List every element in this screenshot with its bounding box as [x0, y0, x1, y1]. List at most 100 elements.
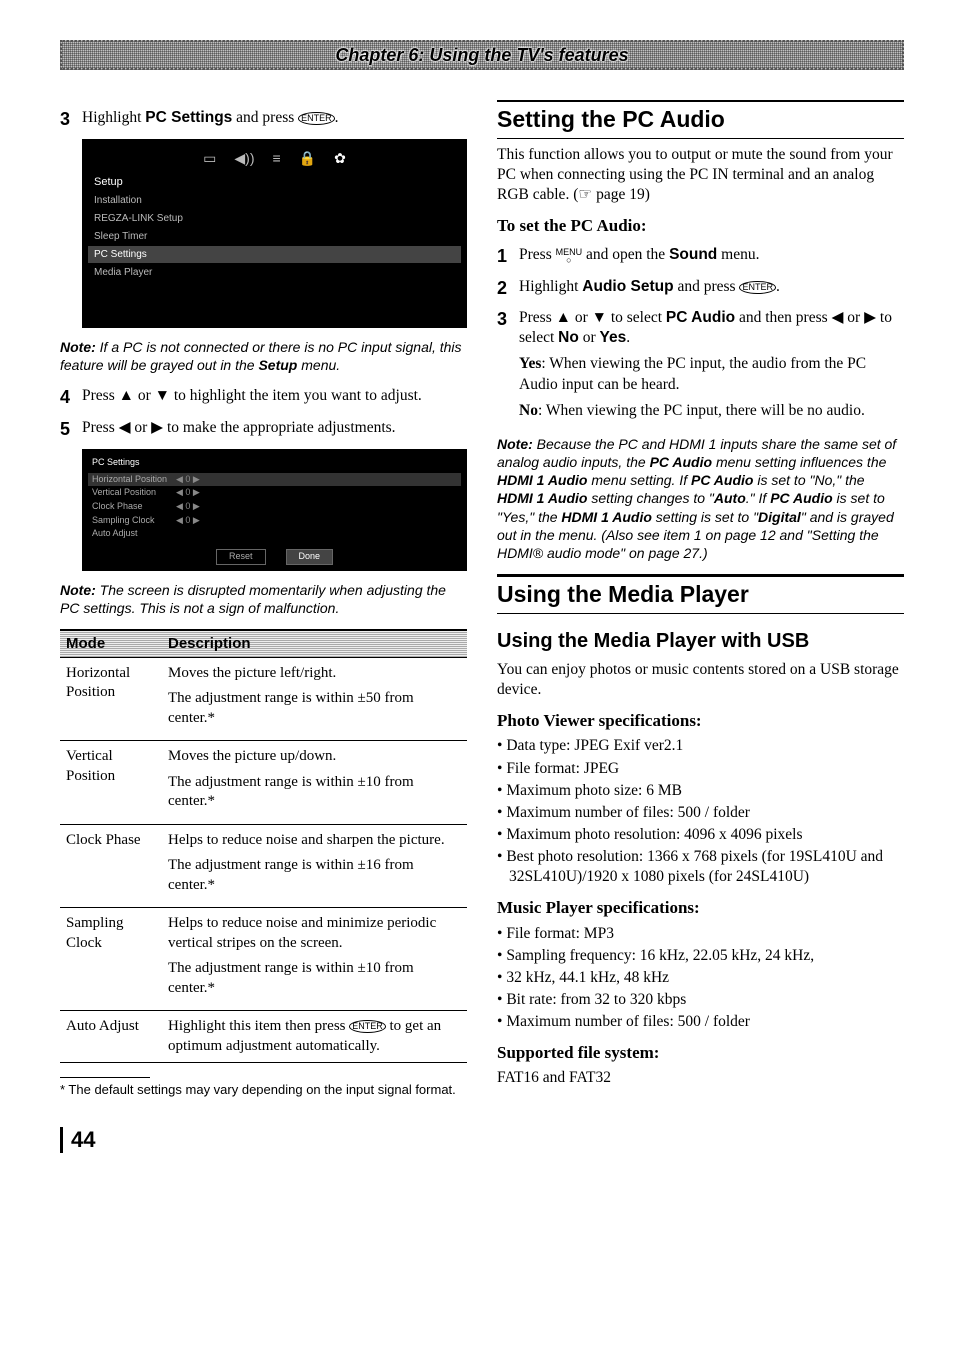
text: Press — [519, 246, 556, 263]
dialog-title: PC Settings — [88, 455, 461, 473]
table-row: Clock Phase Helps to reduce noise and sh… — [60, 824, 467, 908]
two-column-layout: 3 Highlight PC Settings and press ENTER.… — [60, 100, 904, 1099]
list-item: 32 kHz, 44.1 kHz, 48 kHz — [497, 968, 904, 988]
list-item: Maximum photo resolution: 4096 x 4096 pi… — [497, 825, 904, 845]
description: The adjustment range is within ±16 from … — [168, 856, 461, 895]
setting-row: Sampling Clock — [92, 515, 170, 527]
audio-step-2: 2 Highlight Audio Setup and press ENTER. — [497, 277, 904, 300]
enter-button-icon: ENTER — [298, 112, 335, 125]
step-5: 5 Press ◀ or ▶ to make the appropriate a… — [60, 418, 467, 441]
pc-settings-screenshot: PC Settings Horizontal Position◀ 0 ▶ Ver… — [82, 449, 467, 571]
table-header: Mode — [60, 630, 162, 657]
setting-row: Auto Adjust — [92, 528, 170, 540]
text: Setup — [258, 357, 297, 373]
list-item: File format: JPEG — [497, 759, 904, 779]
mode-name: Horizontal Position — [60, 657, 162, 741]
subheading-file-system: Supported file system: — [497, 1042, 904, 1064]
menu-item: Media Player — [88, 264, 461, 281]
right-column: Setting the PC Audio This function allow… — [497, 100, 904, 1099]
menu-heading: Setup — [88, 173, 461, 191]
text: : When viewing the PC input, the audio f… — [519, 355, 866, 392]
no-heading: No — [519, 402, 538, 419]
mode-name: Clock Phase — [60, 824, 162, 908]
table-header: Description — [162, 630, 467, 657]
left-column: 3 Highlight PC Settings and press ENTER.… — [60, 100, 467, 1099]
text: . — [626, 329, 630, 346]
photo-spec-list: Data type: JPEG Exif ver2.1 File format:… — [497, 736, 904, 887]
table-row: Horizontal Position Moves the picture le… — [60, 657, 467, 741]
text: The screen is disrupted momentarily when… — [60, 582, 446, 616]
reset-button: Reset — [216, 549, 266, 565]
menu-button-icon: MENU○ — [556, 248, 583, 264]
footnote: * The default settings may vary dependin… — [60, 1077, 467, 1099]
chapter-title: Chapter 6: Using the TV's features — [335, 45, 628, 66]
music-spec-list: File format: MP3 Sampling frequency: 16 … — [497, 924, 904, 1033]
setting-row: Horizontal Position — [92, 474, 170, 486]
text: and press — [232, 109, 298, 126]
description: Moves the picture left/right. — [168, 664, 461, 684]
paragraph: You can enjoy photos or music contents s… — [497, 660, 904, 700]
step-3: 3 Highlight PC Settings and press ENTER. — [60, 108, 467, 131]
list-item: Best photo resolution: 1366 x 768 pixels… — [497, 847, 904, 887]
setting-row: Clock Phase — [92, 501, 170, 513]
note-1: Note: If a PC is not connected or there … — [60, 338, 467, 374]
list-item: Data type: JPEG Exif ver2.1 — [497, 736, 904, 756]
text: and open the — [582, 246, 669, 263]
text: : When viewing the PC input, there will … — [538, 402, 865, 419]
menu-item: REGZA-LINK Setup — [88, 210, 461, 227]
gear-icon: ✿ — [334, 149, 346, 167]
list-item: Maximum number of files: 500 / folder — [497, 1012, 904, 1032]
paragraph: This function allows you to output or mu… — [497, 145, 904, 205]
mode-name: Sampling Clock — [60, 908, 162, 1011]
subheading-media-usb: Using the Media Player with USB — [497, 628, 904, 654]
menu-tab-icons: ▭ ◀)) ≡ 🔒 ✿ — [88, 145, 461, 171]
text: or — [579, 329, 600, 346]
text: Press ▲ or ▼ to select — [519, 309, 666, 326]
description: The adjustment range is within ±10 from … — [168, 773, 461, 812]
section-heading-media-player: Using the Media Player — [497, 574, 904, 614]
page-number: 44 — [60, 1127, 904, 1153]
list-item: Maximum number of files: 500 / folder — [497, 803, 904, 823]
text: Highlight — [82, 109, 145, 126]
description: Helps to reduce noise and sharpen the pi… — [168, 831, 461, 851]
menu-item-selected: PC Settings — [88, 246, 461, 263]
paragraph: FAT16 and FAT32 — [497, 1068, 904, 1088]
list-item: Maximum photo size: 6 MB — [497, 781, 904, 801]
subheading-music-spec: Music Player specifications: — [497, 897, 904, 919]
table-row: Auto Adjust Highlight this item then pre… — [60, 1011, 467, 1063]
chapter-header: Chapter 6: Using the TV's features — [60, 40, 904, 70]
section-heading-pc-audio: Setting the PC Audio — [497, 100, 904, 139]
description: The adjustment range is within ±10 from … — [168, 959, 461, 998]
setting-row: Vertical Position — [92, 487, 170, 499]
audio-step-1: 1 Press MENU○ and open the Sound menu. — [497, 245, 904, 268]
enter-button-icon: ENTER — [349, 1020, 386, 1033]
audio-step-3: 3 Press ▲ or ▼ to select PC Audio and th… — [497, 308, 904, 427]
setup-menu-screenshot: ▭ ◀)) ≡ 🔒 ✿ Setup Installation REGZA-LIN… — [82, 139, 467, 327]
list-item: Sampling frequency: 16 kHz, 22.05 kHz, 2… — [497, 946, 904, 966]
note-3: Note: Because the PC and HDMI 1 inputs s… — [497, 435, 904, 562]
list-item: File format: MP3 — [497, 924, 904, 944]
note-label: Note: — [60, 582, 96, 598]
modes-table: Mode Description Horizontal Position Mov… — [60, 629, 467, 1063]
menu-item: Installation — [88, 192, 461, 209]
pc-settings-label: PC Settings — [145, 109, 232, 126]
enter-button-icon: ENTER — [739, 281, 776, 294]
table-row: Vertical Position Moves the picture up/d… — [60, 741, 467, 825]
step-4: 4 Press ▲ or ▼ to highlight the item you… — [60, 386, 467, 409]
mode-name: Vertical Position — [60, 741, 162, 825]
yes-heading: Yes — [519, 355, 541, 372]
description: The adjustment range is within ±50 from … — [168, 689, 461, 728]
done-button: Done — [286, 549, 334, 565]
text: menu. — [297, 357, 340, 373]
pc-audio-label: PC Audio — [666, 309, 735, 326]
mode-name: Auto Adjust — [60, 1011, 162, 1063]
description: Highlight this item then press — [168, 1018, 349, 1034]
table-row: Sampling Clock Helps to reduce noise and… — [60, 908, 467, 1011]
sound-icon: ◀)) — [234, 149, 254, 167]
audio-setup-label: Audio Setup — [582, 278, 673, 295]
yes-label: Yes — [600, 329, 627, 346]
pref-icon: ≡ — [272, 149, 280, 167]
subheading-to-set: To set the PC Audio: — [497, 215, 904, 237]
note-2: Note: The screen is disrupted momentaril… — [60, 581, 467, 617]
note-label: Note: — [60, 339, 96, 355]
